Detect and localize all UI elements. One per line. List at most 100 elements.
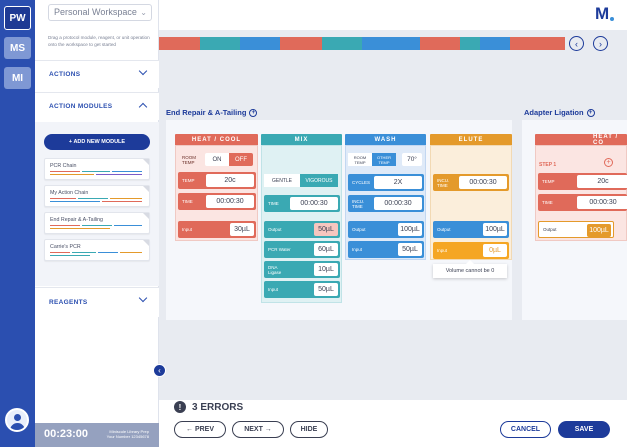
temp-value[interactable]: 20c [206,174,254,187]
wash-incu-label: INCU. TIME [352,198,365,209]
collapse-panel-button[interactable]: ‹ [153,364,166,377]
module-card[interactable]: Carrie's PCR [44,239,150,261]
timeline-next-button[interactable]: › [593,36,608,51]
workspace-ms-button[interactable]: MS [4,37,31,59]
input-label: Input [182,227,193,232]
panel-hint: Drag a protocol module, reagent, or unit… [48,35,150,47]
mix-header[interactable]: MIX [261,134,342,145]
wash-input-value[interactable]: 50µL [398,243,422,256]
wash-temp-toggle[interactable]: ROOM TEMP OTHER TEMP 70° [348,151,424,168]
workspace-pw-button[interactable]: PW [4,6,31,30]
mix-input-value[interactable]: 50µL [314,283,338,296]
add-new-module-button[interactable]: + ADD NEW MODULE [44,134,150,150]
workspace-mi-button[interactable]: MI [4,67,31,89]
next-button[interactable]: NEXT → [232,421,284,438]
cycles-label: CYCLES [352,180,371,185]
module-card[interactable]: End Repair & A-Tailing [44,212,150,234]
group-title-text: End Repair & A-Tailing [166,108,247,117]
user-avatar-icon[interactable] [5,408,29,432]
run-timer-box: 00:23:00 Miniscule Library Prep Your Num… [35,423,159,447]
input-value[interactable]: 30µL [230,223,254,236]
errors-count: 3 ERRORS [192,401,244,413]
room-temp-label: ROOM TEMP [182,154,196,165]
action-modules-section-header[interactable]: ACTION MODULES [35,92,159,120]
temp-2-field[interactable]: TEMP 20c [538,173,627,190]
reagents-section-header[interactable]: REAGENTS [35,287,159,317]
cycles-value[interactable]: 2X [374,176,422,189]
dna-ligase-field[interactable]: DNA Ligase 10µL [264,261,340,278]
error-tooltip: Volume cannot be 0 [433,260,507,278]
wash-output-field[interactable]: Output 100µL [348,221,424,238]
time-value[interactable]: 00:00:30 [206,195,254,208]
wash-header[interactable]: WASH [345,134,426,145]
top-bar [159,0,627,30]
add-step-icon[interactable]: + [604,158,613,167]
workspace-rail: PW MS MI [0,0,35,447]
temp-label: TEMP [182,178,195,183]
time-field[interactable]: TIME 00:00:30 [178,193,256,210]
cycles-field[interactable]: CYCLES 2X [348,174,424,191]
prev-label: PREV [194,426,214,433]
prev-button[interactable]: ← PREV [174,421,226,438]
protocol-timeline[interactable] [159,37,565,50]
toggle-off[interactable]: OFF [229,153,253,166]
save-button[interactable]: SAVE [558,421,610,438]
actions-section-header[interactable]: ACTIONS [35,60,159,88]
temp-field[interactable]: TEMP 20c [178,172,256,189]
elute-incu-field[interactable]: INCU. TIME 00:00:30 [433,174,509,191]
pcr-water-field[interactable]: PCR Water 60µL [264,241,340,258]
mix-speed-toggle[interactable]: GENTLE VIGOROUS [264,172,340,189]
output-2-value[interactable]: 100µL [587,224,611,237]
mix-time-value[interactable]: 00:00:30 [290,197,338,210]
room-temp-option[interactable]: ROOM TEMP [348,153,372,166]
mix-time-field[interactable]: TIME 00:00:30 [264,195,340,212]
next-label: NEXT [244,426,263,433]
elute-output-field[interactable]: Output 100µL [433,221,509,238]
dna-ligase-value[interactable]: 10µL [314,263,338,276]
library-number: Your Number 12345678 [106,434,149,439]
module-card[interactable]: PCR Chain [44,158,150,180]
toggle-on[interactable]: ON [205,153,229,166]
gentle-option[interactable]: GENTLE [264,174,300,187]
hide-button[interactable]: HIDE [290,421,328,438]
mix-output-value[interactable]: 50µL [314,223,338,236]
time-2-field[interactable]: TIME 00:00:30 [538,194,627,211]
temp-2-value[interactable]: 20c [577,175,627,188]
wash-incu-value[interactable]: 00:00:30 [374,197,422,210]
chevron-left-icon: ‹ [158,366,161,375]
mix-output-field[interactable]: Output 50µL [264,221,340,238]
elute-input-field[interactable]: Input 0µL [433,242,509,259]
elute-output-value[interactable]: 100µL [483,223,507,236]
heat-cool-header[interactable]: HEAT / COOL [175,134,258,145]
timeline-prev-button[interactable]: ‹ [569,36,584,51]
chevron-down-icon [138,293,148,303]
elute-input-value[interactable]: 0µL [483,244,507,257]
arrow-right-icon: → [262,426,272,433]
add-icon[interactable]: + [586,109,595,118]
elute-header[interactable]: ELUTE [430,134,512,145]
temp-2-label: TEMP [542,179,555,184]
wash-input-field[interactable]: Input 50µL [348,241,424,258]
actions-label: ACTIONS [49,71,81,78]
time-2-value[interactable]: 00:00:30 [577,196,627,209]
wash-incu-field[interactable]: INCU. TIME 00:00:30 [348,195,424,212]
wash-temp-value[interactable]: 70° [402,153,422,166]
other-temp-option[interactable]: OTHER TEMP [372,153,396,166]
vigorous-option[interactable]: VIGOROUS [300,174,338,187]
mix-input-field[interactable]: Input 50µL [264,281,340,298]
card-fold-icon [143,186,149,192]
workspace-select[interactable]: Personal Workspace ⌄ [48,4,152,21]
add-icon[interactable]: + [249,109,258,118]
heat-cool-2-header[interactable]: HEAT / CO [535,134,627,146]
wash-output-value[interactable]: 100µL [398,223,422,236]
app-logo: M [595,4,615,24]
module-card[interactable]: My Action Chain [44,185,150,207]
output-2-field[interactable]: Output 100µL [538,221,614,238]
room-temp-toggle[interactable]: ROOM TEMP ON OFF [178,151,256,168]
card-fold-icon [143,213,149,219]
cancel-button[interactable]: CANCEL [500,421,551,438]
elute-incu-value[interactable]: 00:00:30 [459,176,507,189]
input-field[interactable]: Input 30µL [178,221,256,238]
elute-incu-label: INCU. TIME [437,177,450,188]
pcr-water-value[interactable]: 60µL [314,243,338,256]
